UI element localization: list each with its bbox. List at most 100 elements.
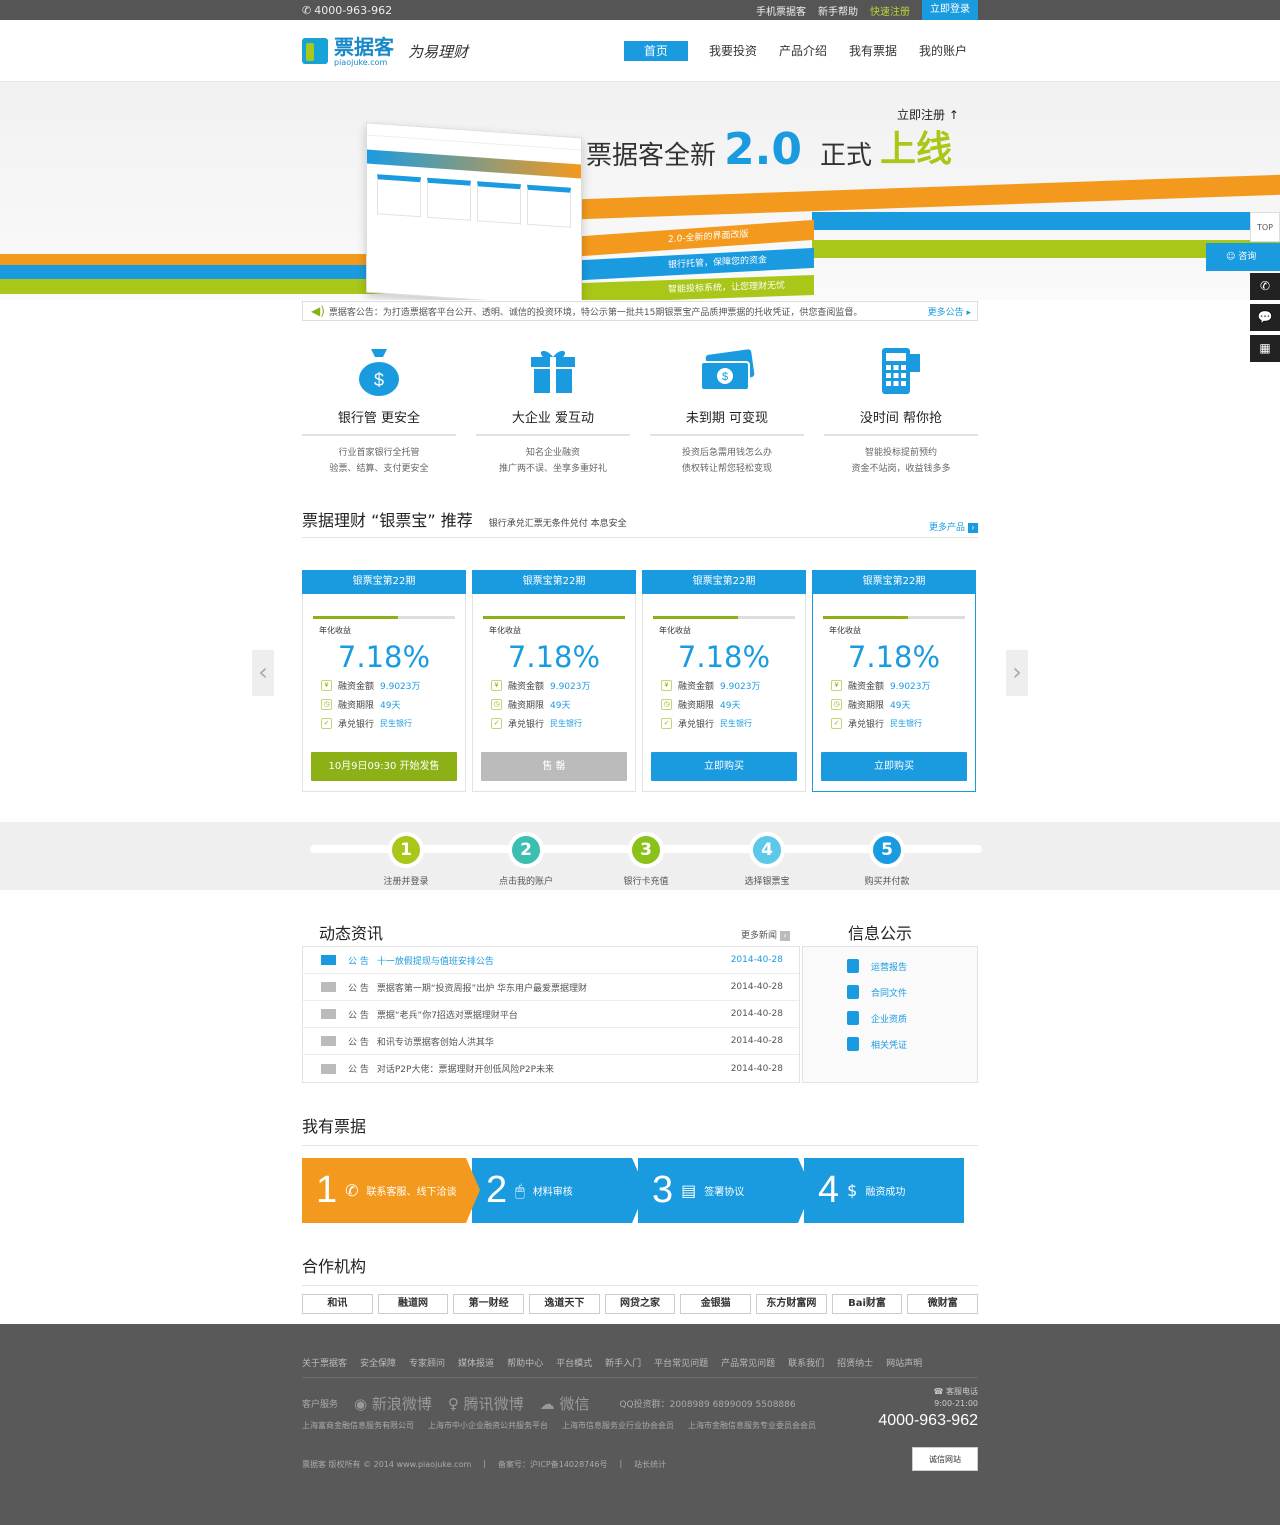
partner-logo[interactable]: 和讯 xyxy=(302,1294,373,1314)
term-row: ◷ 融资期限 49天 xyxy=(661,697,805,712)
wechat-link[interactable]: ☁ 微信 xyxy=(540,1393,590,1414)
product-card[interactable]: 银票宝第22期 年化收益 7.18% ¥ 融资金额 9.9023万 ◷ 融资期限 49天 ✓ 承兑银… xyxy=(642,570,806,792)
footer-link[interactable]: 平台模式 xyxy=(556,1356,592,1369)
step-item: 1 注册并登录 xyxy=(351,832,461,887)
footer-link[interactable]: 产品常见问题 xyxy=(721,1356,775,1369)
step-item: 2 点击我的账户 xyxy=(471,832,581,887)
mail-icon xyxy=(321,955,336,965)
icp-link[interactable]: 备案号：沪ICP备14028746号 xyxy=(498,1459,608,1470)
more-products-link[interactable]: 更多产品 › xyxy=(929,520,978,533)
mobile-link[interactable]: 手机票据客 xyxy=(756,3,806,18)
partner-logo[interactable]: 微财富 xyxy=(907,1294,979,1314)
footer-link[interactable]: 招贤纳士 xyxy=(837,1356,873,1369)
stats-link[interactable]: 站长统计 xyxy=(634,1459,666,1470)
back-to-top-button[interactable]: TOP xyxy=(1250,212,1280,242)
footer-link[interactable]: 媒体报道 xyxy=(458,1356,494,1369)
info-item[interactable]: 相关凭证 xyxy=(803,1031,977,1057)
chat-icon[interactable]: 💬 xyxy=(1250,304,1280,331)
weibo-link[interactable]: ◉ 新浪微博 xyxy=(354,1393,432,1414)
phone-icon[interactable]: ✆ xyxy=(1250,273,1280,300)
feature-title: 没时间 帮你抢 xyxy=(824,399,978,436)
nav-home[interactable]: 首页 xyxy=(623,41,688,61)
carousel-prev-button[interactable]: ‹ xyxy=(252,650,274,696)
progress-bar xyxy=(483,616,625,619)
partner-logo[interactable]: 东方财富网 xyxy=(756,1294,827,1314)
amount-icon: ¥ xyxy=(831,680,842,691)
nav-account[interactable]: 我的账户 xyxy=(908,41,978,61)
buy-button[interactable]: 立即购买 xyxy=(821,752,967,781)
news-item[interactable]: 公 告十一放假提现与值班安排公告 2014-40-28 xyxy=(303,947,799,974)
nav-my-bills[interactable]: 我有票据 xyxy=(838,41,908,61)
rate-label: 年化收益 xyxy=(659,626,691,635)
product-card[interactable]: 银票宝第22期 年化收益 7.18% ¥ 融资金额 9.9023万 ◷ 融资期限 49天 ✓ 承兑银… xyxy=(302,570,466,792)
amount-row: ¥ 融资金额 9.9023万 xyxy=(831,678,975,693)
footer-link[interactable]: 专家顾问 xyxy=(409,1356,445,1369)
consult-button[interactable]: ☺ 咨询 xyxy=(1206,243,1280,271)
news-item[interactable]: 公 告票据“老兵”你7招选对票据理财平台 2014-40-28 xyxy=(303,1001,799,1028)
site-preview-image xyxy=(366,122,582,300)
clock-icon: ◷ xyxy=(661,699,672,710)
footer-link[interactable]: 安全保障 xyxy=(360,1356,396,1369)
step-number: 2 xyxy=(508,832,544,868)
buy-button[interactable]: 10月9日09:30 开始发售 xyxy=(311,752,457,781)
more-notices-link[interactable]: 更多公告 ▸ xyxy=(928,305,971,318)
carousel-next-button[interactable]: › xyxy=(1006,650,1028,696)
info-item[interactable]: 合同文件 xyxy=(803,979,977,1005)
buy-button[interactable]: 立即购买 xyxy=(651,752,797,781)
footer-link[interactable]: 新手入门 xyxy=(605,1356,641,1369)
section-title: 票据理财 “银票宝” 推荐 xyxy=(302,511,473,530)
notice-text[interactable]: 票据客公告：为打造票据客平台公开、透明、诚信的投资环境，特公示第一批共15期银票… xyxy=(329,305,928,318)
login-button[interactable]: 立即登录 xyxy=(922,0,978,20)
product-section-header: 票据理财 “银票宝” 推荐 银行承兑汇票无条件兑付 本息安全 更多产品 › xyxy=(302,507,978,538)
mail-icon xyxy=(321,1036,336,1046)
progress-fill xyxy=(483,616,625,619)
nav-invest[interactable]: 我要投资 xyxy=(698,41,768,61)
product-card[interactable]: 银票宝第22期 年化收益 7.18% ¥ 融资金额 9.9023万 ◷ 融资期限 49天 ✓ 承兑银… xyxy=(472,570,636,792)
info-item[interactable]: 运营报告 xyxy=(803,953,977,979)
buy-button: 售 罄 xyxy=(481,752,627,781)
register-link[interactable]: 快速注册 xyxy=(870,3,910,18)
partner-logo[interactable]: 网贷之家 xyxy=(604,1294,676,1314)
news-item[interactable]: 公 告对话P2P大佬：票据理财开创低风险P2P未来 2014-40-28 xyxy=(303,1055,799,1082)
qr-code-icon[interactable]: ▦ xyxy=(1250,335,1280,362)
gift-icon xyxy=(476,343,630,399)
news-item[interactable]: 公 告和讯专访票据客创始人洪其华 2014-40-28 xyxy=(303,1028,799,1055)
slogan: 为易理财 xyxy=(408,42,469,61)
phone-icon: ✆ xyxy=(302,3,312,17)
feature-title: 未到期 可变现 xyxy=(650,399,804,436)
partner-logo[interactable]: 逸道天下 xyxy=(529,1294,600,1314)
logo[interactable]: 票据客 piaojuke.com 为易理财 xyxy=(302,36,468,67)
partner-logo[interactable]: 金银猫 xyxy=(680,1294,752,1314)
tencent-weibo-link[interactable]: ♀ 腾讯微博 xyxy=(448,1393,524,1414)
product-card[interactable]: 银票宝第22期 年化收益 7.18% ¥ 融资金额 9.9023万 ◷ 融资期限 49天 ✓ 承兑银… xyxy=(812,570,976,792)
partner-logo[interactable]: 第一财经 xyxy=(453,1294,525,1314)
more-news-link[interactable]: 更多新闻 › xyxy=(741,928,790,941)
footer-link[interactable]: 联系我们 xyxy=(788,1356,824,1369)
step-label: 选择银票宝 xyxy=(744,877,790,887)
feature-item: 大企业 爱互动 知名企业融资 推广两不误、坐享多重好礼 xyxy=(476,343,630,477)
partner-logo[interactable]: 融道网 xyxy=(377,1294,449,1314)
footer-link[interactable]: 帮助中心 xyxy=(507,1356,543,1369)
partner-logo[interactable]: Bai财富 xyxy=(831,1294,903,1314)
info-item[interactable]: 企业资质 xyxy=(803,1005,977,1031)
card-title: 银票宝第22期 xyxy=(812,570,976,594)
trust-badge[interactable]: 诚信网站 xyxy=(912,1447,978,1471)
footer-org: 上海市金融信息服务专业委员会会员 xyxy=(688,1421,816,1430)
info-title: 信息公示 xyxy=(848,924,913,943)
hero-banner[interactable]: 2.0-全新的界面改版 银行托管，保障您的资金 智能投标系统，让您理财无忧 立即… xyxy=(0,82,1280,300)
clock-icon: ◷ xyxy=(321,699,332,710)
rate-label: 年化收益 xyxy=(489,626,521,635)
check-icon: ✓ xyxy=(831,718,842,729)
banner-ribbon: 智能投标系统，让您理财无忧 xyxy=(582,274,814,300)
step-item: 5 购买并付款 xyxy=(832,832,942,887)
nav-products[interactable]: 产品介绍 xyxy=(768,41,838,61)
footer-link[interactable]: 平台常见问题 xyxy=(654,1356,708,1369)
check-icon: ✓ xyxy=(661,718,672,729)
footer-link[interactable]: 关于票据客 xyxy=(302,1356,347,1369)
clock-icon: ◷ xyxy=(831,699,842,710)
help-link[interactable]: 新手帮助 xyxy=(818,3,858,18)
footer-link[interactable]: 网站声明 xyxy=(886,1356,922,1369)
news-item[interactable]: 公 告票据客第一期“投资周报”出炉 华东用户最爱票据理财 2014-40-28 xyxy=(303,974,799,1001)
mail-icon xyxy=(321,1063,336,1074)
amount-icon: ¥ xyxy=(321,680,332,691)
